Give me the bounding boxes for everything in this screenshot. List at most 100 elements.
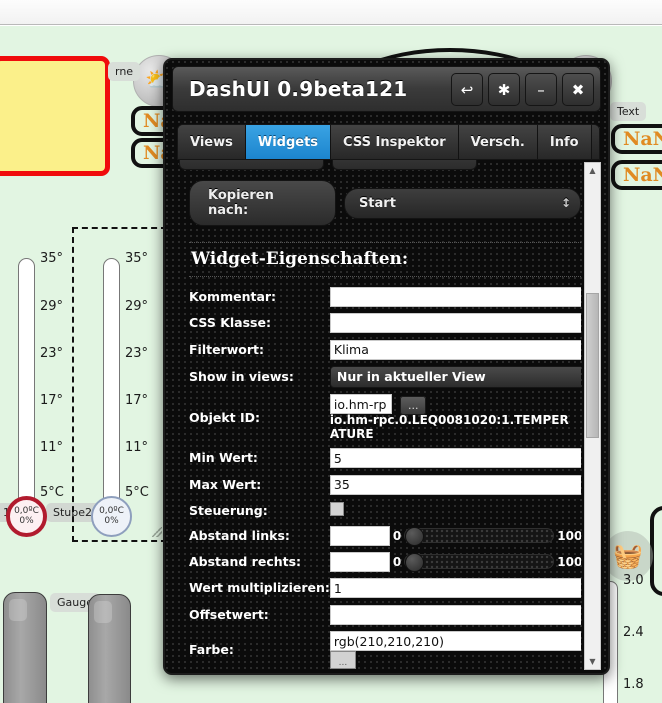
show-in-views-select[interactable]: Nur in aktueller View	[329, 365, 581, 388]
gauge-notch	[9, 599, 27, 621]
farbe-input[interactable]	[329, 631, 581, 652]
dialog-titlebar[interactable]: DashUI 0.9beta121 ↩ ✱ – ✖	[172, 66, 601, 112]
copy-to-row: Kopieren nach: Start	[189, 180, 581, 226]
tick-label: 17°	[40, 393, 64, 408]
tick-label: 3.0	[623, 573, 644, 588]
tick-label: 5°C	[40, 485, 64, 500]
farbe-swatch-button[interactable]: ...	[329, 651, 356, 669]
undo-icon: ↩	[460, 80, 474, 99]
undo-button[interactable]: ↩	[451, 73, 483, 106]
row-max-wert: Max Wert:	[189, 471, 581, 498]
slider-handle[interactable]	[405, 553, 425, 573]
tab-versch[interactable]: Versch.	[458, 125, 538, 159]
row-steuerung: Steuerung:	[189, 498, 581, 523]
row-farbe: Farbe: ...	[189, 628, 581, 669]
row-objekt-id: Objekt ID: ... io.hm-rpc.0.LEQ0081020:1.…	[189, 391, 581, 445]
thermometer-tube	[103, 258, 120, 503]
slider-handle[interactable]	[405, 527, 425, 547]
widget-properties-table: Kommentar: CSS Klasse: Filterwort: Klima…	[189, 283, 581, 669]
minimize-button[interactable]: –	[525, 73, 557, 106]
close-icon: ✖	[571, 80, 585, 99]
tick-label: 11°	[40, 440, 64, 455]
show-in-views-wrap: Nur in aktueller View	[329, 365, 581, 388]
tick-label: 29°	[40, 299, 64, 314]
gauge-notch	[94, 601, 112, 623]
row-filterwort: Filterwort:	[189, 336, 581, 363]
minimize-icon: –	[537, 80, 545, 99]
label-farbe: Farbe:	[189, 642, 234, 658]
basket-icon: 🧺	[613, 542, 643, 570]
row-offsetwert: Offsetwert:	[189, 601, 581, 628]
tab-css-inspektor[interactable]: CSS Inspektor	[331, 125, 459, 159]
steuerung-checkbox[interactable]	[329, 501, 344, 516]
copy-target-select[interactable]: Start	[343, 187, 581, 219]
nan-value: NaN	[623, 128, 662, 150]
filterwort-input[interactable]	[329, 339, 581, 360]
objekt-id-browse-button[interactable]: ...	[399, 395, 427, 415]
row-abstand-rechts: Abstand rechts: 0 100	[189, 549, 581, 575]
row-abstand-links: Abstand links: 0 100	[189, 523, 581, 549]
tab-info[interactable]: Info	[537, 125, 592, 159]
tab-widgets[interactable]: Widgets	[245, 125, 332, 159]
min-wert-input[interactable]	[329, 448, 581, 469]
tick-label: 29°	[125, 299, 149, 314]
label-text: Text	[610, 102, 647, 121]
label-wert-multiplizieren: Wert multiplizieren:	[189, 580, 330, 596]
label-show-in-views: Show in views:	[189, 369, 294, 384]
abstand-links-min: 0	[392, 528, 402, 543]
gauge-panel-left[interactable]	[3, 592, 47, 703]
abstand-links-input[interactable]	[329, 525, 390, 546]
abstand-rechts-input[interactable]	[329, 551, 390, 572]
abstand-links-max: 100	[557, 528, 581, 543]
label-sonne: rne	[108, 62, 141, 81]
label-offsetwert: Offsetwert:	[189, 606, 269, 622]
tick-label: 17°	[125, 393, 149, 408]
close-button[interactable]: ✖	[562, 73, 594, 106]
label-steuerung: Steuerung:	[189, 502, 268, 518]
screen: ⛅ ⛅ rne Hitzesensor hinten Text Gauge 1 …	[0, 0, 662, 703]
scrollbar-thumb[interactable]	[586, 293, 599, 438]
asterisk-button[interactable]: ✱	[488, 73, 520, 106]
label-kommentar: Kommentar:	[189, 288, 277, 304]
yellow-widget[interactable]	[0, 56, 110, 176]
scroll-up-icon[interactable]: ▲	[585, 163, 600, 178]
css-klasse-input[interactable]	[329, 313, 581, 333]
tick-label: 2.4	[623, 625, 644, 640]
scroll-down-icon[interactable]: ▼	[585, 654, 600, 669]
dialog-scrollbar[interactable]: ▲ ▼	[584, 162, 601, 670]
objekt-id-resolved: io.hm-rpc.0.LEQ0081020:1.TEMPERATURE	[329, 413, 569, 441]
abstand-rechts-min: 0	[392, 554, 402, 569]
kommentar-input[interactable]	[329, 286, 581, 307]
abstand-rechts-max: 100	[557, 554, 581, 569]
objekt-id-input[interactable]	[329, 394, 392, 414]
max-wert-input[interactable]	[329, 474, 581, 495]
abstand-rechts-slider[interactable]	[404, 553, 555, 573]
tab-views[interactable]: Views	[178, 125, 246, 159]
browser-chrome	[0, 0, 662, 25]
tick-label: 1.8	[623, 677, 644, 692]
wert-multiplizieren-input[interactable]	[329, 578, 581, 599]
dashui-dialog[interactable]: DashUI 0.9beta121 ↩ ✱ – ✖ Bearbeiten Hin…	[163, 58, 610, 675]
tick-label: 23°	[125, 346, 149, 361]
titlebar-buttons: ↩ ✱ – ✖	[451, 73, 594, 106]
resize-grip[interactable]	[152, 527, 162, 537]
offsetwert-input[interactable]	[329, 604, 581, 625]
copy-to-button[interactable]: Kopieren nach:	[189, 180, 336, 226]
row-wert-multiplizieren: Wert multiplizieren:	[189, 575, 581, 602]
tick-label: 5°C	[125, 485, 149, 500]
gauge-panel-right[interactable]	[88, 594, 131, 703]
thermometer-scale: 35° 29° 23° 17° 11° 5°C	[40, 251, 80, 506]
tick-label: 11°	[125, 440, 149, 455]
label-objekt-id: Objekt ID:	[189, 410, 261, 426]
row-min-wert: Min Wert:	[189, 445, 581, 472]
row-show-in-views: Show in views: Nur in aktueller View	[189, 363, 581, 391]
section-title: Widget-Eigenschaften:	[189, 242, 581, 277]
tick-label: 35°	[125, 251, 149, 266]
tab-bar: Views Widgets CSS Inspektor Versch. Info	[177, 124, 600, 160]
thermometer-scale: 35° 29° 23° 17° 11° 5°C	[125, 251, 165, 506]
nan-widget-right-1[interactable]: NaN	[611, 124, 662, 154]
nan-widget-right-2[interactable]: NaN	[611, 160, 662, 190]
row-css-klasse: CSS Klasse:	[189, 310, 581, 337]
abstand-links-slider[interactable]	[404, 527, 555, 547]
abstand-links-controls: 0 100	[329, 525, 581, 547]
